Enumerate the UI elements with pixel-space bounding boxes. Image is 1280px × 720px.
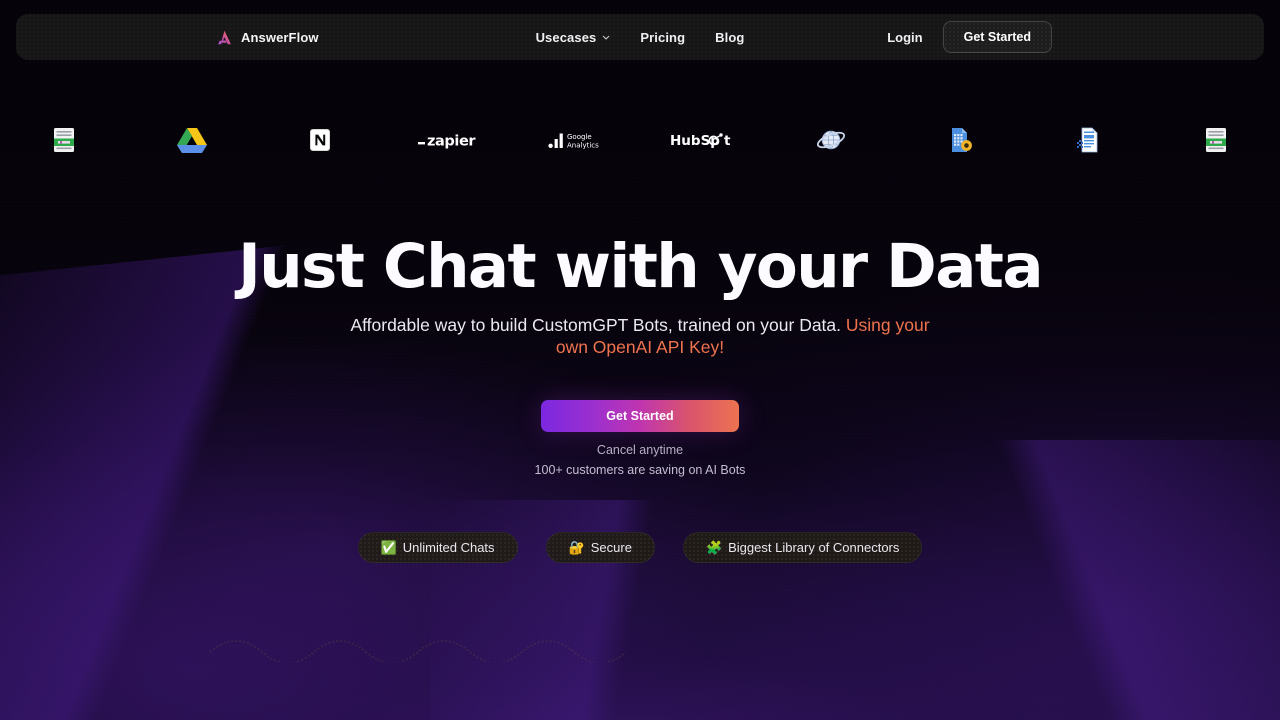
chevron-down-icon [602,35,610,40]
nav-link-pricing-label: Pricing [640,29,686,45]
landing-page: AnswerFlow Usecases Pricing Blog Login G… [0,0,1280,720]
hero-section: Just Chat with your Data Affordable way … [0,236,1280,477]
feature-pill-secure-label: Secure [590,540,632,555]
connector-logo-google-drive[interactable] [128,118,256,162]
nav-get-started-button[interactable]: Get Started [942,21,1052,53]
nav-actions-group: Login Get Started [875,21,1052,53]
customers-count-note: 100+ customers are saving on AI Bots [534,463,746,477]
connector-logo-zapier[interactable]: zapier [384,118,512,162]
google-drive-icon [177,128,207,153]
login-button[interactable]: Login [875,24,934,51]
word-document-icon [1077,127,1098,153]
cancel-anytime-note: Cancel anytime [596,443,684,457]
zapier-icon: zapier [418,134,477,150]
hero-subtitle: Affordable way to build CustomGPT Bots, … [340,314,940,358]
google-analytics-icon: Google Analytics [548,133,599,150]
connector-logo-excel-file[interactable] [896,118,1024,162]
globe-web-icon [817,130,846,150]
connector-logos-strip: zapier Google Analytics HubSp t [0,118,1280,162]
svg-text:zapier: zapier [427,134,476,150]
svg-text:Google: Google [567,133,592,141]
svg-text:HubSp: HubSp [670,133,720,149]
connector-logo-website-url[interactable] [768,118,896,162]
answerflow-logo-icon [218,30,231,44]
connector-logo-hubspot[interactable]: HubSp t [640,118,768,162]
csv-file-icon [54,128,74,152]
feature-pill-connectors[interactable]: 🧩 Biggest Library of Connectors [682,532,923,563]
hero-get-started-button[interactable]: Get Started [541,400,739,432]
check-mark-icon: ✅ [380,540,397,555]
connector-logo-google-analytics[interactable]: Google Analytics [512,118,640,162]
nav-link-blog[interactable]: Blog [715,30,744,45]
puzzle-piece-icon: 🧩 [705,540,723,555]
nav-link-blog-label: Blog [715,29,745,45]
nav-link-usecases-label: Usecases [535,29,597,45]
spreadsheet-file-icon [1206,128,1226,152]
lock-icon: 🔐 [568,540,585,555]
connector-logo-word-document[interactable] [1024,118,1152,162]
notion-icon [310,129,330,151]
nav-links-group: Usecases Pricing Blog [536,30,745,45]
svg-text:t: t [724,133,731,149]
hero-subtitle-plain: Affordable way to build CustomGPT Bots, … [350,315,846,335]
hubspot-icon: HubSp t [670,133,731,149]
background-wave-decoration [210,640,627,662]
page-title: Just Chat with your Data [238,231,1043,302]
connector-logo-notion[interactable] [256,118,384,162]
feature-pill-secure[interactable]: 🔐 Secure [545,532,655,563]
nav-link-usecases[interactable]: Usecases [536,30,611,45]
top-navigation-bar: AnswerFlow Usecases Pricing Blog Login G… [16,14,1264,60]
connector-logo-csv-file[interactable] [0,118,128,162]
feature-pill-unlimited-chats[interactable]: ✅ Unlimited Chats [357,532,518,563]
brand-logo-link[interactable]: AnswerFlow [216,29,319,46]
feature-pills-row: ✅ Unlimited Chats 🔐 Secure 🧩 Biggest Lib… [0,532,1280,563]
nav-link-pricing[interactable]: Pricing [640,30,685,45]
hero-cta-group: Get Started Cancel anytime 100+ customer… [0,400,1280,477]
connector-logo-spreadsheet-file[interactable] [1152,118,1280,162]
feature-pill-connectors-label: Biggest Library of Connectors [728,540,900,555]
brand-name: AnswerFlow [241,29,319,45]
feature-pill-unlimited-chats-label: Unlimited Chats [402,540,495,555]
svg-text:Analytics: Analytics [567,142,599,150]
excel-file-icon [952,128,972,152]
